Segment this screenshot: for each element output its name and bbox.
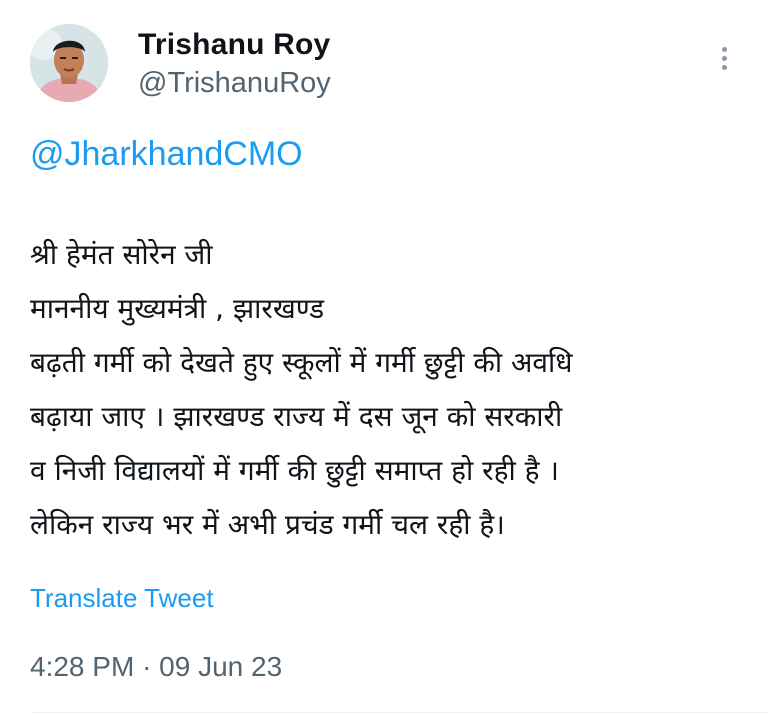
tweet-detail: Trishanu Roy @TrishanuRoy @JharkhandCMO … bbox=[0, 0, 768, 715]
more-vertical-icon[interactable] bbox=[710, 40, 738, 76]
tweet-text-line: बढ़ती गर्मी को देखते हुए स्कूलों में गर्… bbox=[30, 346, 573, 379]
author-display-name[interactable]: Trishanu Roy bbox=[138, 27, 330, 63]
tweet-text-line: लेकिन राज्य भर में अभी प्रचंड गर्मी चल र… bbox=[30, 508, 505, 541]
profile-photo-icon bbox=[30, 24, 108, 102]
tweet-text-line: बढ़ाया जाए । झारखण्ड राज्य में दस जून को… bbox=[30, 400, 563, 433]
divider bbox=[30, 712, 768, 713]
mention-link[interactable]: @JharkhandCMO bbox=[30, 134, 303, 174]
more-dot bbox=[721, 46, 727, 52]
tweet-text-line: श्री हेमंत सोरेन जी bbox=[30, 238, 213, 271]
more-dot bbox=[721, 55, 727, 61]
tweet-text-line: व निजी विद्यालयों में गर्मी की छुट्टी सम… bbox=[30, 454, 559, 487]
avatar[interactable] bbox=[30, 24, 108, 102]
author-handle[interactable]: @TrishanuRoy bbox=[138, 66, 331, 100]
tweet-timestamp[interactable]: 4:28 PM · 09 Jun 23 bbox=[30, 650, 282, 684]
timestamp-separator: · bbox=[142, 651, 152, 682]
tweet-text-line: माननीय मुख्यमंत्री , झारखण्ड bbox=[30, 292, 325, 325]
tweet-text: श्री हेमंत सोरेन जी माननीय मुख्यमंत्री ,… bbox=[30, 228, 755, 552]
more-dot bbox=[721, 64, 727, 70]
tweet-date: 09 Jun 23 bbox=[159, 651, 283, 682]
tweet-time: 4:28 PM bbox=[30, 651, 135, 682]
translate-tweet-link[interactable]: Translate Tweet bbox=[30, 582, 214, 614]
